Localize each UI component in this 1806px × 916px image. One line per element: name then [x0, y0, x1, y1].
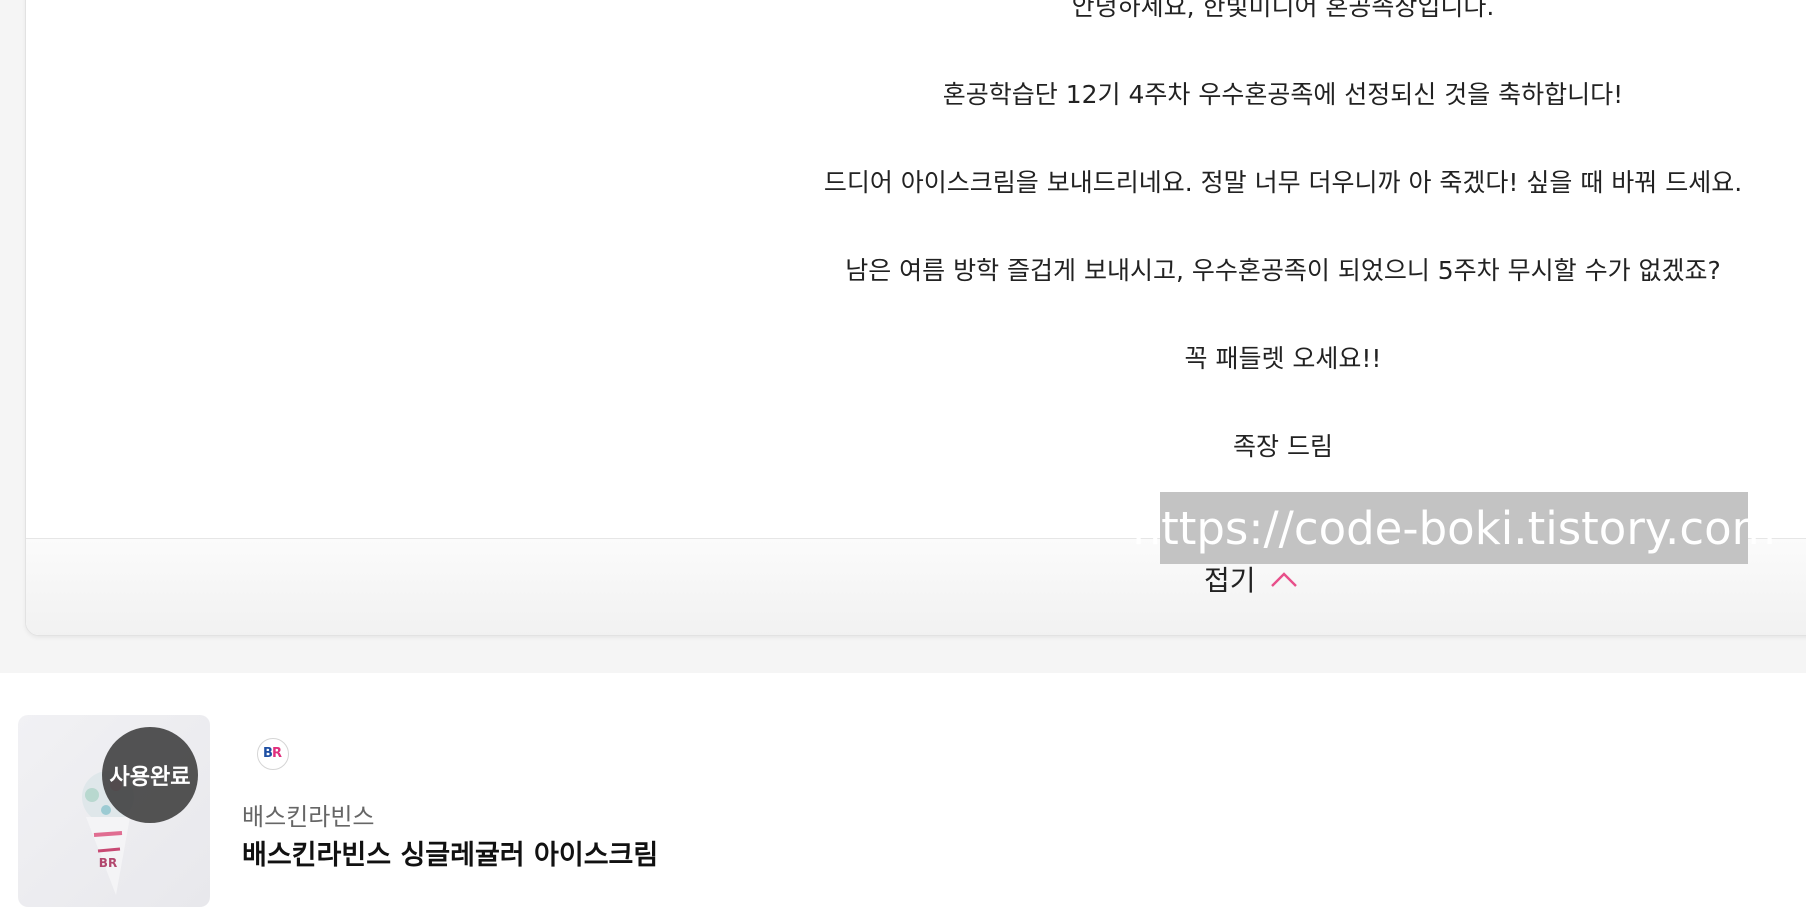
svg-text:BR: BR — [99, 856, 117, 870]
product-name: 배스킨라빈스 싱글레귤러 아이스크림 — [242, 840, 659, 871]
fold-label: 접기 — [1204, 564, 1256, 597]
brand-name: 배스킨라빈스 — [242, 803, 375, 831]
used-status-badge: 사용완료 — [102, 727, 198, 823]
message-line: 남은 여름 방학 즐겁게 보내시고, 우수혼공족이 되었으니 5주차 무시할 수… — [845, 256, 1721, 285]
product-item[interactable]: BR 사용완료 B R 배스킨라빈스 배스킨라빈스 싱글레귤러 아이스크림 — [18, 715, 1718, 907]
message-section: 안녕하세요, 한빛미디어 혼공족장입니다. 혼공학습단 12기 4주차 우수혼공… — [0, 0, 1806, 673]
chevron-up-icon — [1270, 570, 1298, 588]
message-line: 꼭 패들렛 오세요!! — [1184, 344, 1382, 373]
svg-text:R: R — [272, 746, 282, 761]
product-thumbnail: BR 사용완료 — [18, 715, 210, 907]
message-line: 안녕하세요, 한빛미디어 혼공족장입니다. — [1071, 0, 1495, 21]
baskin-robbins-logo-icon: B R — [257, 738, 289, 770]
watermark: https://code-boki.tistory.com — [1133, 492, 1775, 564]
message-signature: 족장 드림 — [1233, 432, 1333, 461]
message-line: 드디어 아이스크림을 보내드리네요. 정말 너무 더우니까 아 죽겠다! 싶을 … — [823, 168, 1743, 197]
message-line: 혼공학습단 12기 4주차 우수혼공족에 선정되신 것을 축하합니다! — [942, 80, 1624, 109]
fold-button[interactable]: 접기 — [1204, 559, 1298, 599]
